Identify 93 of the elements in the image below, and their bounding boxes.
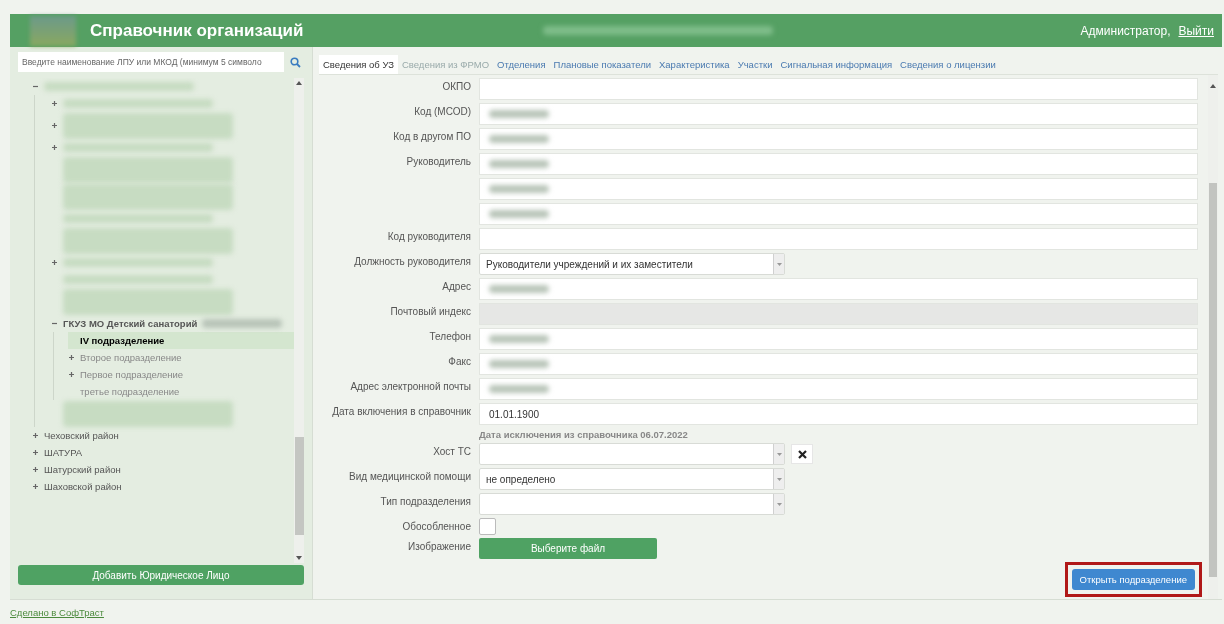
- tab[interactable]: Сигнальная информация: [776, 54, 897, 74]
- field-label: Руководитель: [405, 155, 471, 167]
- field-label: Должность руководителя: [353, 255, 471, 267]
- text-field[interactable]: [479, 278, 1198, 300]
- blurred-text: [489, 385, 549, 393]
- text-field[interactable]: [479, 153, 1198, 175]
- text-field[interactable]: [479, 103, 1198, 125]
- text-field[interactable]: [479, 203, 1198, 225]
- logo-placeholder: [30, 15, 76, 46]
- caret-icon: [776, 477, 782, 481]
- plus-icon[interactable]: [68, 371, 75, 378]
- tab[interactable]: Участки: [733, 54, 777, 74]
- blurred-text: [489, 210, 549, 218]
- field-label: Изображение: [407, 540, 471, 552]
- blurred-text: [489, 110, 549, 118]
- text-field[interactable]: [479, 178, 1198, 200]
- tab[interactable]: Характеристика: [655, 54, 734, 74]
- field-label: Факс: [447, 355, 471, 367]
- tab[interactable]: Сведения о лицензии: [896, 54, 1000, 74]
- tree-item[interactable]: Второе подразделение: [80, 352, 182, 363]
- scroll-up-icon[interactable]: [296, 81, 302, 85]
- scrollbar-thumb[interactable]: [1209, 183, 1217, 577]
- footer-link[interactable]: Сделано в СофТраст: [10, 606, 104, 618]
- caret-icon: [776, 502, 782, 506]
- tree-item[interactable]: Первое подразделение: [80, 369, 184, 380]
- field-label: Код (МСОD): [413, 105, 471, 117]
- scroll-down-icon[interactable]: [296, 556, 302, 560]
- tree-item[interactable]: ШАТУРА: [44, 447, 83, 458]
- app-title: Справочник организаций: [90, 20, 304, 41]
- dropdown[interactable]: [479, 443, 785, 465]
- clear-button[interactable]: [791, 444, 813, 464]
- scrollbar[interactable]: [294, 78, 304, 563]
- tree-item[interactable]: Шатурский район: [44, 464, 121, 475]
- add-legal-entity-button[interactable]: Добавить Юридическое Лицо: [18, 565, 304, 585]
- plus-icon[interactable]: [32, 449, 39, 456]
- plus-icon[interactable]: [51, 122, 58, 129]
- field-label: ОКПО: [441, 80, 471, 92]
- blurred-text: [489, 335, 549, 343]
- text-field[interactable]: [479, 378, 1198, 400]
- dropdown[interactable]: [479, 493, 785, 515]
- user-name: Администратор,: [1080, 23, 1171, 38]
- plus-icon[interactable]: [32, 466, 39, 473]
- plus-icon[interactable]: [51, 100, 58, 107]
- open-subdivision-button[interactable]: Открыть подразделение: [1071, 569, 1195, 590]
- field-label: Дата включения в справочник: [331, 405, 471, 417]
- field-label: Тип подразделения: [379, 495, 471, 507]
- text-field[interactable]: [479, 353, 1198, 375]
- blurred-text: [489, 360, 549, 368]
- field-label: Почтовый индекс: [389, 305, 471, 317]
- field-label: Хост ТС: [432, 445, 471, 457]
- tree-item[interactable]: третье подразделение: [80, 386, 180, 397]
- blurred-text: [489, 160, 549, 168]
- dropdown[interactable]: Руководители учреждений и их заместители: [479, 253, 785, 275]
- field-label: Код руководителя: [386, 230, 471, 242]
- plus-icon[interactable]: [68, 354, 75, 361]
- plus-icon[interactable]: [51, 144, 58, 151]
- text-field[interactable]: [479, 228, 1198, 250]
- plus-icon[interactable]: [51, 259, 58, 266]
- tree-item[interactable]: Чеховский район: [44, 430, 119, 441]
- text-field[interactable]: [479, 128, 1198, 150]
- field-label: Телефон: [428, 330, 471, 342]
- plus-icon[interactable]: [32, 483, 39, 490]
- field-label: Адрес: [441, 280, 471, 292]
- field-label: Код в другом ПО: [392, 130, 471, 142]
- field-label: Вид медицинской помощи: [348, 470, 471, 482]
- blurred-text: [489, 185, 549, 193]
- minus-icon[interactable]: [51, 320, 58, 327]
- field-label: Обособленное: [401, 520, 471, 532]
- text-field[interactable]: 01.01.1900: [479, 403, 1198, 425]
- plus-icon[interactable]: [32, 432, 39, 439]
- field-label: Адрес электронной почты: [349, 380, 471, 392]
- text-field[interactable]: [479, 78, 1198, 100]
- tab[interactable]: Сведения об УЗ: [319, 54, 398, 74]
- dropdown[interactable]: не определено: [479, 468, 785, 490]
- choose-file-button[interactable]: Выберите файл: [479, 538, 657, 559]
- search-field[interactable]: Введите наименование ЛПУ или МКОД (минимум 5 символо: [18, 52, 284, 72]
- close-icon: [797, 449, 807, 459]
- text-field[interactable]: [479, 328, 1198, 350]
- tab[interactable]: Отделения: [493, 54, 550, 74]
- search-icon[interactable]: [290, 56, 301, 68]
- blurred-text: [489, 285, 549, 293]
- exclusion-date-note: Дата исключения из справочника 06.07.2022: [479, 429, 689, 440]
- logout-link[interactable]: Выйти: [1178, 23, 1214, 38]
- caret-icon: [776, 262, 782, 266]
- caret-icon: [776, 452, 782, 456]
- minus-icon[interactable]: [32, 83, 39, 90]
- tree-item[interactable]: ГКУЗ МО Детский санаторий: [63, 318, 198, 329]
- checkbox[interactable]: [479, 518, 496, 535]
- scrollbar-thumb[interactable]: [294, 437, 304, 535]
- tree-item[interactable]: Шаховской район: [44, 481, 122, 492]
- blurred-text: [489, 135, 549, 143]
- tab[interactable]: Плановые показатели: [549, 54, 655, 74]
- scroll-up-icon[interactable]: [1210, 84, 1216, 88]
